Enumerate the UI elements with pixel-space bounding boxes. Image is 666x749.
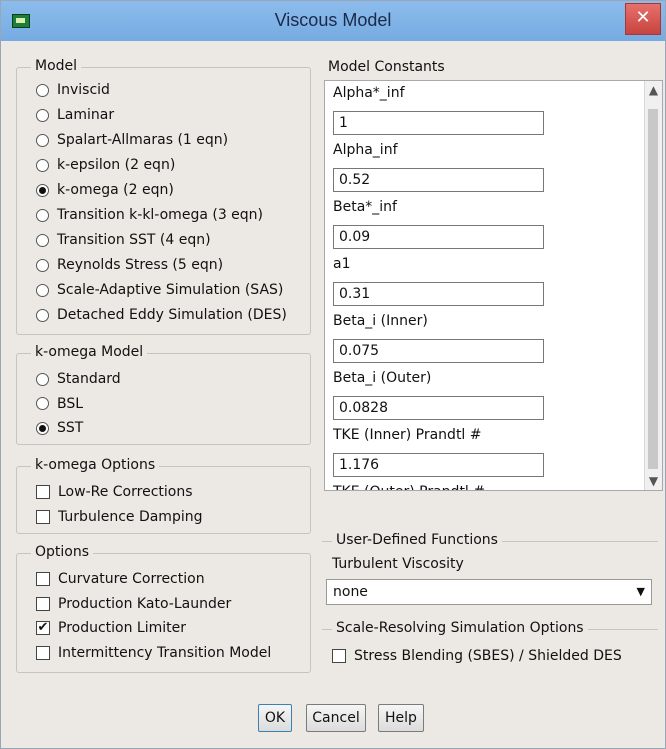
model-option-label: Laminar <box>57 107 115 123</box>
radio-button[interactable] <box>36 133 49 147</box>
turbulent-viscosity-select[interactable]: none ▼ <box>326 579 652 605</box>
options-checkbox-0[interactable]: Curvature Correction <box>36 569 205 589</box>
radio-button[interactable] <box>36 83 49 97</box>
model-radio-8[interactable]: Scale-Adaptive Simulation (SAS) <box>36 280 283 300</box>
constant-input[interactable]: 0.52 <box>333 168 544 192</box>
constant-input[interactable]: 1 <box>333 111 544 135</box>
radio-button[interactable] <box>36 258 49 272</box>
model-option-label: Transition SST (4 eqn) <box>57 232 211 248</box>
options-item-label: Intermittency Transition Model <box>58 644 272 661</box>
komega-options-item-label: Turbulence Damping <box>58 509 203 525</box>
turbulent-viscosity-value: none <box>333 584 368 600</box>
radio-button[interactable] <box>36 308 49 322</box>
model-radio-4[interactable]: k-omega (2 eqn) <box>36 180 174 200</box>
checkbox-box[interactable] <box>36 596 50 611</box>
constant-input[interactable]: 0.075 <box>333 339 544 363</box>
radio-button[interactable] <box>36 283 49 297</box>
model-option-label: Inviscid <box>57 82 110 98</box>
model-radio-0[interactable]: Inviscid <box>36 80 110 100</box>
model-option-label: Detached Eddy Simulation (DES) <box>57 307 287 323</box>
model-option-label: Reynolds Stress (5 eqn) <box>57 257 224 273</box>
options-checkbox-2[interactable]: ✔ Production Limiter <box>36 618 186 638</box>
turbulent-viscosity-label: Turbulent Viscosity <box>332 556 464 572</box>
komega-options-group-label: k-omega Options <box>31 457 160 473</box>
komega-option-label: SST <box>57 420 84 436</box>
constant-label: Beta_i (Inner) <box>333 313 428 329</box>
constant-label: Beta*_inf <box>333 199 397 215</box>
cancel-button[interactable]: Cancel <box>306 704 366 732</box>
window-title: Viscous Model <box>274 10 392 30</box>
options-item-label: Curvature Correction <box>58 571 205 587</box>
model-radio-5[interactable]: Transition k-kl-omega (3 eqn) <box>36 205 263 225</box>
model-radio-1[interactable]: Laminar <box>36 105 114 125</box>
title-bar[interactable]: Viscous Model ✕ <box>1 1 665 41</box>
constant-input[interactable]: 0.09 <box>333 225 544 249</box>
constant-input[interactable]: 0.0828 <box>333 396 544 420</box>
komega-options-checkbox-1[interactable]: Turbulence Damping <box>36 507 202 527</box>
komega-radio-0[interactable]: Standard <box>36 369 121 389</box>
radio-button[interactable] <box>36 183 49 197</box>
checkbox-box[interactable] <box>36 572 50 586</box>
viscous-model-dialog: Viscous Model ✕ Model Inviscid Laminar Spa… <box>0 0 666 749</box>
model-radio-7[interactable]: Reynolds Stress (5 eqn) <box>36 255 223 275</box>
options-checkbox-3[interactable]: Intermittency Transition Model <box>36 643 271 663</box>
model-radio-3[interactable]: k-epsilon (2 eqn) <box>36 155 175 175</box>
constants-scrollbar[interactable]: ▲ ▼ <box>644 81 662 490</box>
constant-label: a1 <box>333 256 351 272</box>
constant-input[interactable]: 1.176 <box>333 453 544 477</box>
komega-radio-2[interactable]: SST <box>36 418 83 438</box>
constant-label: Beta_i (Outer) <box>333 370 432 386</box>
model-radio-9[interactable]: Detached Eddy Simulation (DES) <box>36 305 287 325</box>
checkbox-box[interactable] <box>332 649 346 663</box>
close-icon: ✕ <box>635 7 651 28</box>
scroll-up-icon[interactable]: ▲ <box>645 83 662 97</box>
help-button[interactable]: Help <box>378 704 424 732</box>
komega-option-label: BSL <box>57 395 84 412</box>
model-constants-label: Model Constants <box>328 59 445 75</box>
udf-group-label: User-Defined Functions <box>332 532 502 548</box>
checkbox-box[interactable] <box>36 645 50 660</box>
constant-label: Alpha_inf <box>333 142 398 158</box>
scroll-down-icon[interactable]: ▼ <box>645 474 662 488</box>
stress-blending-checkbox[interactable]: Stress Blending (SBES) / Shielded DES <box>332 646 622 666</box>
komega-options-checkbox-0[interactable]: Low-Re Corrections <box>36 482 193 502</box>
radio-button[interactable] <box>36 108 49 122</box>
srs-group-label: Scale-Resolving Simulation Options <box>332 620 588 636</box>
options-checkbox-1[interactable]: Production Kato-Launder <box>36 594 231 614</box>
model-constants-panel: Alpha*_inf 1 Alpha_inf 0.52 Beta*_inf 0.09 a1 0… <box>324 80 663 491</box>
komega-radio-1[interactable]: BSL <box>36 394 83 414</box>
checkmark-icon[interactable]: ✔ <box>36 621 50 635</box>
options-item-label: Production Limiter <box>58 620 187 636</box>
model-option-label: Spalart-Allmaras (1 eqn) <box>57 132 229 148</box>
chevron-down-icon: ▼ <box>636 585 645 598</box>
radio-button[interactable] <box>36 372 49 386</box>
radio-button[interactable] <box>36 208 49 222</box>
stress-blending-label: Stress Blending (SBES) / Shielded DES <box>354 648 622 664</box>
model-option-label: k-omega (2 eqn) <box>57 182 174 198</box>
radio-button[interactable] <box>36 233 49 247</box>
model-radio-2[interactable]: Spalart-Allmaras (1 eqn) <box>36 130 228 150</box>
close-button[interactable]: ✕ <box>625 3 661 35</box>
model-option-label: k-epsilon (2 eqn) <box>57 157 176 173</box>
model-option-label: Transition k-kl-omega (3 eqn) <box>57 207 264 223</box>
options-group-label: Options <box>31 544 94 560</box>
model-radio-6[interactable]: Transition SST (4 eqn) <box>36 230 211 250</box>
komega-options-item-label: Low-Re Corrections <box>58 484 193 500</box>
options-item-label: Production Kato-Launder <box>58 595 232 612</box>
radio-button[interactable] <box>36 397 49 410</box>
ok-button[interactable]: OK <box>258 704 292 732</box>
komega-option-label: Standard <box>57 371 121 387</box>
checkbox-box[interactable] <box>36 510 50 524</box>
constant-label: TKE (Outer) Prandtl # <box>333 484 485 490</box>
radio-button[interactable] <box>36 421 49 435</box>
constant-label: Alpha*_inf <box>333 85 405 101</box>
radio-button[interactable] <box>36 158 49 172</box>
scrollbar-thumb[interactable] <box>648 109 658 469</box>
checkbox-box[interactable] <box>36 485 50 499</box>
model-group-label: Model <box>31 58 82 74</box>
komega-model-group-label: k-omega Model <box>31 344 148 360</box>
constant-input[interactable]: 0.31 <box>333 282 544 306</box>
constant-label: TKE (Inner) Prandtl # <box>333 427 482 443</box>
model-option-label: Scale-Adaptive Simulation (SAS) <box>57 282 284 298</box>
